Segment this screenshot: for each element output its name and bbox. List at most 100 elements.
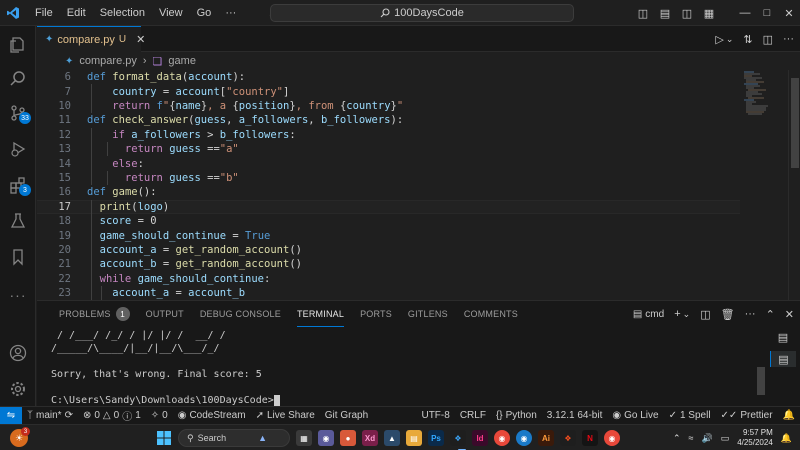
gitgraph-status[interactable]: Git Graph	[320, 410, 373, 421]
terminal-output[interactable]: / /___/ /_/ / |/ |/ / __/ / /_____/\____/…	[51, 329, 757, 409]
photoshop-app-icon[interactable]: Ps	[428, 430, 444, 446]
code-line[interactable]: 12 if a_followers > b_followers:	[37, 128, 740, 142]
more-actions-icon[interactable]: ···	[783, 33, 794, 45]
tab-problems[interactable]: PROBLEMS 1	[51, 301, 138, 327]
extensions-icon[interactable]: 3	[0, 170, 36, 200]
code-line[interactable]: 18 score = 0	[37, 214, 740, 228]
compare-changes-icon[interactable]: ⇅	[743, 33, 752, 46]
remote-indicator-icon[interactable]: ⇋	[0, 406, 22, 425]
encoding-status[interactable]: UTF-8	[416, 410, 454, 421]
menu-view[interactable]: View	[152, 7, 190, 19]
illustrator-app-icon[interactable]: Ai	[538, 430, 554, 446]
close-tab-icon[interactable]: ✕	[136, 33, 145, 46]
xd-app-icon[interactable]: Xd	[362, 430, 378, 446]
code-line[interactable]: 23 account_a = account_b	[37, 286, 740, 300]
golive-status[interactable]: ◉ Go Live	[607, 410, 663, 421]
vscode-taskbar-icon[interactable]: ❖	[450, 430, 466, 446]
menu-file[interactable]: File	[28, 7, 60, 19]
edge-app-icon[interactable]: ◉	[516, 430, 532, 446]
maximize-panel-chevron-icon[interactable]: ⌃	[766, 308, 775, 321]
liveshare-status[interactable]: ➚ Live Share	[251, 410, 320, 421]
code-line[interactable]: 15 return guess =="b"	[37, 171, 740, 185]
code-editor[interactable]: 6 def format_data(account): 7 country = ac…	[37, 70, 740, 300]
problems-summary[interactable]: ⊗ 0 △ 0 ⓘ 1	[78, 408, 146, 423]
more-views-icon[interactable]: ···	[0, 280, 36, 310]
code-line[interactable]: 13 return guess =="a"	[37, 142, 740, 156]
windows-start-icon[interactable]	[156, 430, 172, 446]
kill-terminal-trash-icon[interactable]: 🗑	[721, 308, 735, 321]
close-panel-icon[interactable]: ✕	[785, 308, 794, 321]
file-explorer-icon[interactable]: ▤	[406, 430, 422, 446]
tab-compare-py[interactable]: ✦ compare.py U ✕	[37, 26, 145, 52]
command-center-search[interactable]: 100DaysCode	[270, 4, 574, 22]
terminal-instance-1[interactable]: ▤	[770, 329, 796, 345]
prettier-status[interactable]: ✓✓ Prettier	[716, 410, 778, 421]
code-line[interactable]: 11 def check_answer(guess, a_followers, b…	[37, 113, 740, 127]
scrollbar-thumb[interactable]	[791, 78, 799, 168]
code-line[interactable]: 17 print(logo)	[37, 199, 740, 214]
menu-edit[interactable]: Edit	[60, 7, 93, 19]
tray-overflow-chevron-icon[interactable]: ⌃	[673, 433, 681, 444]
codestream-status[interactable]: ◉ CodeStream	[173, 410, 251, 421]
code-line[interactable]: 20 account_a = get_random_account()	[37, 243, 740, 257]
notification-center-icon[interactable]: 🔔	[781, 433, 792, 444]
menu-go[interactable]: Go	[190, 7, 219, 19]
app-icon[interactable]: ▲	[384, 430, 400, 446]
ports-forwarded[interactable]: ✧ 0	[146, 410, 173, 421]
battery-icon[interactable]: ▭	[721, 433, 730, 444]
browser-app-icon[interactable]: ●	[340, 430, 356, 446]
system-clock[interactable]: 9:57 PM 4/25/2024	[737, 428, 773, 448]
menu-more[interactable]: ···	[218, 7, 243, 19]
wifi-icon[interactable]: ≈	[689, 433, 694, 443]
source-control-icon[interactable]: 33	[0, 98, 36, 128]
editor-scrollbar[interactable]	[788, 70, 800, 300]
spell-status[interactable]: ✓ 1 Spell	[664, 410, 716, 421]
search-icon[interactable]	[0, 64, 36, 94]
code-line[interactable]: 22 while game_should_continue:	[37, 272, 740, 286]
breadcrumb-file[interactable]: compare.py	[79, 55, 136, 67]
explorer-icon[interactable]	[0, 30, 36, 60]
figma-app-icon[interactable]: ❖	[560, 430, 576, 446]
toggle-secondary-sidebar-icon[interactable]: ◫	[676, 7, 698, 20]
split-editor-icon[interactable]: ◫	[763, 33, 773, 46]
tab-debug-console[interactable]: DEBUG CONSOLE	[192, 301, 289, 327]
python-interpreter[interactable]: 3.12.1 64-bit	[542, 410, 608, 421]
chrome-canary-app-icon[interactable]: ◉	[604, 430, 620, 446]
run-dropdown-chevron-icon[interactable]: ⌄	[726, 34, 734, 45]
notifications-bell-icon[interactable]: 🔔	[778, 410, 800, 421]
minimize-button[interactable]: —	[734, 7, 756, 19]
code-line[interactable]: 10 return f"{name}, a {position}, from {…	[37, 99, 740, 113]
maximize-button[interactable]: □	[756, 7, 778, 19]
code-line[interactable]: 6 def format_data(account):	[37, 70, 740, 84]
breadcrumb-symbol[interactable]: game	[168, 55, 196, 67]
new-terminal-plus-icon[interactable]: +	[674, 308, 680, 320]
code-line[interactable]: 16 def game():	[37, 185, 740, 199]
minimap[interactable]	[740, 70, 788, 300]
split-terminal-icon[interactable]: ◫	[700, 308, 710, 321]
indesign-app-icon[interactable]: Id	[472, 430, 488, 446]
new-terminal-dropdown-icon[interactable]: ⌄	[683, 309, 691, 320]
code-line[interactable]: 21 account_b = get_random_account()	[37, 257, 740, 271]
tab-terminal[interactable]: TERMINAL	[289, 301, 352, 327]
toggle-sidebar-icon[interactable]: ◫	[632, 7, 654, 20]
close-button[interactable]: ✕	[778, 7, 800, 20]
tab-gitlens[interactable]: GITLENS	[400, 301, 456, 327]
bookmark-icon[interactable]	[0, 242, 36, 272]
account-icon[interactable]	[0, 338, 36, 368]
menu-selection[interactable]: Selection	[93, 7, 152, 19]
testing-flask-icon[interactable]	[0, 206, 36, 236]
panel-more-icon[interactable]: ···	[745, 308, 756, 320]
chrome-app-icon[interactable]: ◉	[494, 430, 510, 446]
tab-output[interactable]: OUTPUT	[138, 301, 192, 327]
task-view-icon[interactable]: ▦	[296, 430, 312, 446]
manage-gear-icon[interactable]	[0, 374, 36, 404]
terminal-profile[interactable]: ▤ cmd	[633, 309, 664, 320]
terminal-scrollbar-thumb[interactable]	[757, 367, 765, 395]
taskbar-search[interactable]: ⚲ Search ▲	[178, 429, 290, 447]
code-line[interactable]: 19 game_should_continue = True	[37, 228, 740, 242]
eol-status[interactable]: CRLF	[455, 410, 491, 421]
run-debug-icon[interactable]	[0, 134, 36, 164]
toggle-panel-icon[interactable]: ▤	[654, 7, 676, 20]
chat-app-icon[interactable]: ◉	[318, 430, 334, 446]
netflix-app-icon[interactable]: N	[582, 430, 598, 446]
